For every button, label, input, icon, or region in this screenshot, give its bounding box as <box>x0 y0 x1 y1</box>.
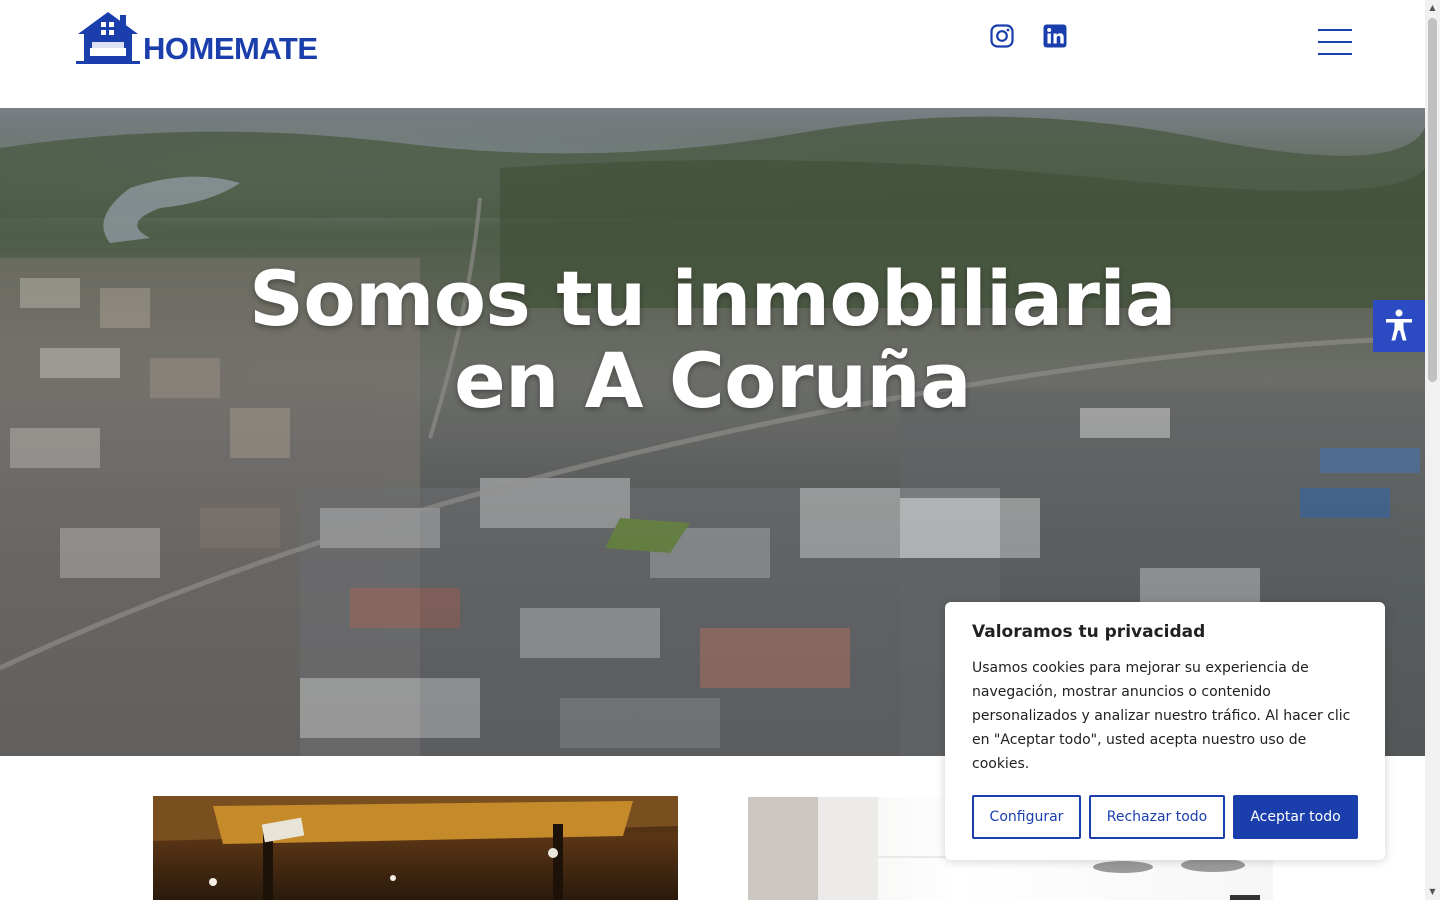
hero-title: Somos tu inmobiliaria en A Coruña <box>0 258 1425 422</box>
scroll-up-arrow-icon[interactable]: ▲ <box>1427 2 1438 14</box>
accept-all-button[interactable]: Aceptar todo <box>1233 795 1358 839</box>
property-image-warehouse[interactable] <box>153 796 678 900</box>
accessibility-button[interactable] <box>1373 300 1425 352</box>
linkedin-link[interactable] <box>1043 24 1067 48</box>
house-logo-icon <box>76 12 140 64</box>
linkedin-icon <box>1043 24 1067 48</box>
scrollbar-thumb[interactable] <box>1428 18 1437 382</box>
instagram-link[interactable] <box>990 24 1014 48</box>
accessibility-icon <box>1386 309 1412 341</box>
cookie-description: Usamos cookies para mejorar su experienc… <box>972 660 1351 772</box>
hero-title-line1: Somos tu inmobiliaria <box>249 254 1176 343</box>
configure-button[interactable]: Configurar <box>972 795 1081 839</box>
cookie-buttons: Configurar Rechazar todo Aceptar todo <box>972 795 1358 839</box>
warehouse-photo <box>153 796 678 900</box>
site-header: HOMEMATE <box>0 0 1425 108</box>
cookie-title: Valoramos tu privacidad <box>972 622 1206 642</box>
scroll-down-arrow-icon[interactable]: ▼ <box>1427 886 1438 898</box>
brand-name: HOMEMATE <box>143 31 318 66</box>
hero-title-line2: en A Coruña <box>454 336 971 425</box>
instagram-icon <box>990 24 1014 48</box>
brand-logo[interactable]: HOMEMATE <box>76 12 318 64</box>
hamburger-menu-icon[interactable] <box>1318 29 1352 55</box>
cookie-consent-banner: Valoramos tu privacidad Usamos cookies p… <box>945 602 1385 860</box>
reject-all-button[interactable]: Rechazar todo <box>1089 795 1225 839</box>
